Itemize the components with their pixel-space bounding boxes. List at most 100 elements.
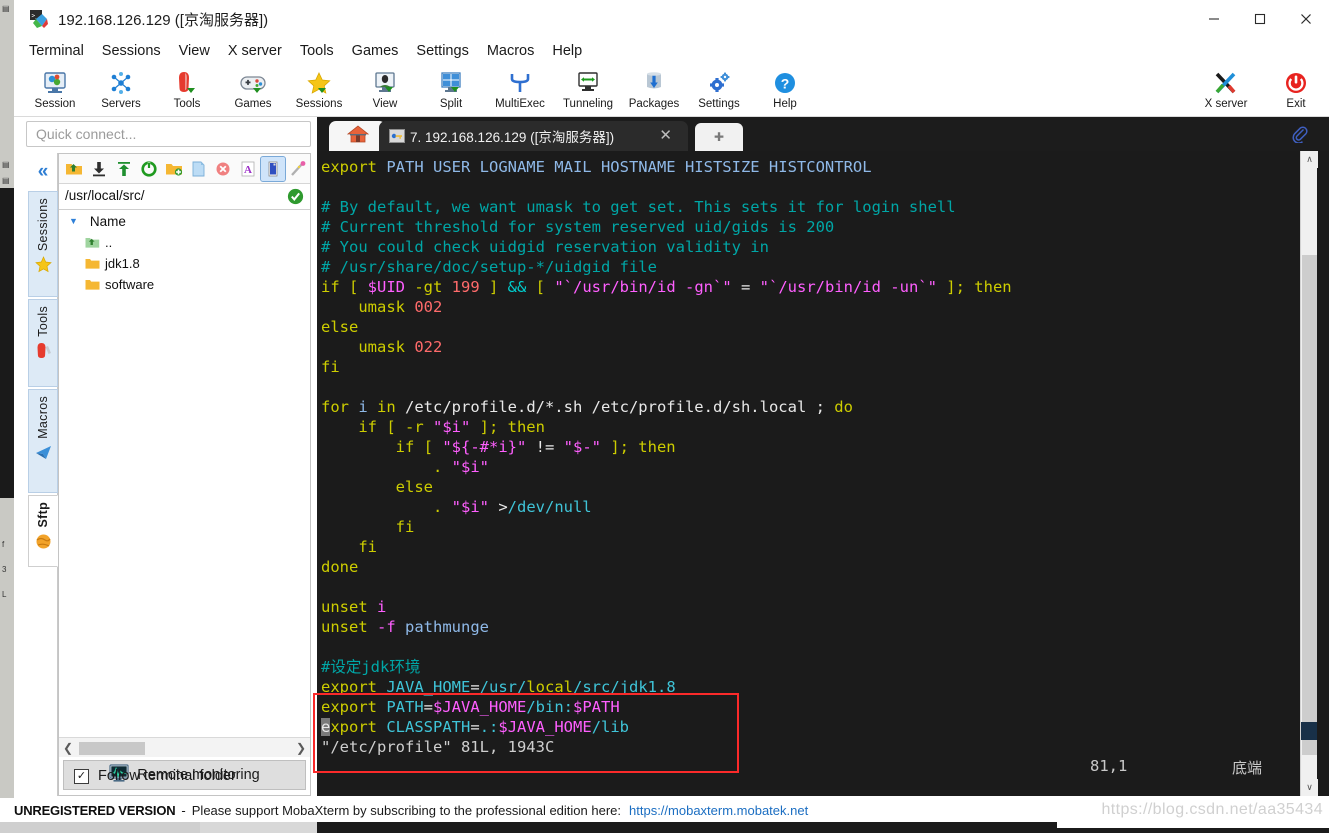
toolbar-tunneling-button[interactable]: Tunneling xyxy=(552,66,624,115)
maximize-button[interactable] xyxy=(1237,0,1283,38)
banner-text: Please support MobaXterm by subscribing … xyxy=(191,802,622,818)
terminal-line: if [ $UID -gt 199 ] && [ "`/usr/bin/id -… xyxy=(321,278,1012,296)
toolbar-servers-button[interactable]: Servers xyxy=(88,66,154,115)
menu-help[interactable]: Help xyxy=(543,41,591,61)
list-item[interactable]: jdk1.8 xyxy=(59,253,310,274)
toolbar-tunneling-label: Tunneling xyxy=(562,98,614,110)
tab-close-icon[interactable]: ✕ xyxy=(659,128,672,143)
menu-settings[interactable]: Settings xyxy=(407,41,477,61)
refresh-icon[interactable] xyxy=(137,157,161,181)
toolbar-xserver-label: X server xyxy=(1204,98,1248,110)
toolbar-split-button[interactable]: Split xyxy=(418,66,484,115)
sftp-toolbar: A xyxy=(59,154,310,184)
folder-icon xyxy=(85,257,103,270)
terminal-line: . "$i" xyxy=(321,458,489,476)
new-folder-icon[interactable] xyxy=(162,157,186,181)
window-title: 192.168.126.129 ([京淘服务器]) xyxy=(58,12,269,29)
column-header-name: Name xyxy=(89,213,126,229)
sidebar-item-tools[interactable]: Tools xyxy=(28,299,58,387)
sidebar-item-sftp[interactable]: Sftp xyxy=(28,495,58,567)
terminal-line: #设定jdk环境 xyxy=(321,658,421,676)
toolbar-exit-label: Exit xyxy=(1286,98,1306,110)
new-file-icon[interactable] xyxy=(187,157,211,181)
terminal-line: export PATH USER LOGNAME MAIL HOSTNAME H… xyxy=(321,158,872,176)
check-circle-icon[interactable] xyxy=(287,188,304,210)
menu-terminal[interactable]: Terminal xyxy=(20,41,93,61)
list-item-label: software xyxy=(105,277,155,292)
toolbar-xserver-button[interactable]: X server xyxy=(1186,66,1266,115)
menu-macros[interactable]: Macros xyxy=(478,41,544,61)
terminal-text: export PATH USER LOGNAME MAIL HOSTNAME H… xyxy=(317,151,1292,796)
terminal-view[interactable]: export PATH USER LOGNAME MAIL HOSTNAME H… xyxy=(317,151,1329,796)
go-up-folder-icon[interactable] xyxy=(62,157,86,181)
toolbar-settings-button[interactable]: Settings xyxy=(686,66,752,115)
watermark-text: https://blog.csdn.net/aa35434 xyxy=(1101,801,1323,818)
file-list-header[interactable]: ▼ Name xyxy=(59,210,310,232)
scrollbar-thumb[interactable] xyxy=(1302,255,1317,755)
scrollbar-thumb[interactable] xyxy=(79,741,145,755)
toolbar-tools-button[interactable]: Tools xyxy=(154,66,220,115)
path-input[interactable]: /usr/local/src/ xyxy=(59,184,310,210)
toolbar-packages-label: Packages xyxy=(628,98,680,110)
new-tab-button[interactable]: ✚ xyxy=(695,123,743,151)
follow-terminal-folder-checkbox[interactable]: ✓ xyxy=(74,768,89,784)
menu-tools[interactable]: Tools xyxy=(291,41,343,61)
paper-plane-icon xyxy=(35,444,52,463)
tab-home[interactable] xyxy=(329,121,386,151)
scrollbar-down-arrow-icon[interactable]: ∨ xyxy=(1301,779,1318,796)
svg-text:A: A xyxy=(244,164,252,176)
file-list-horizontal-scrollbar[interactable]: ❮ ❯ xyxy=(59,737,310,757)
close-button[interactable] xyxy=(1283,0,1329,38)
sidebar-item-macros[interactable]: Macros xyxy=(28,389,58,493)
list-item[interactable]: software xyxy=(59,274,310,295)
text-edit-icon[interactable]: A xyxy=(236,157,260,181)
chevron-double-left-icon[interactable]: « xyxy=(28,155,58,189)
globe-icon xyxy=(35,533,52,552)
menu-x-server[interactable]: X server xyxy=(219,41,291,61)
chevron-right-icon[interactable]: ❯ xyxy=(292,741,310,755)
banner-link[interactable]: https://mobaxterm.mobatek.net xyxy=(629,803,808,818)
minimize-button[interactable] xyxy=(1191,0,1237,38)
follow-terminal-folder-row[interactable]: ✓ Follow terminal folder xyxy=(74,765,274,787)
scrollbar-up-arrow-icon[interactable]: ∧ xyxy=(1301,151,1318,168)
toolbar-packages-button[interactable]: Packages xyxy=(620,66,688,115)
menu-view[interactable]: View xyxy=(170,41,219,61)
scrollbar-track[interactable] xyxy=(77,739,292,757)
toolbar-help-button[interactable]: ? Help xyxy=(752,66,818,115)
tunneling-icon xyxy=(575,69,601,97)
list-item[interactable]: .. xyxy=(59,232,310,253)
quick-connect-input[interactable]: Quick connect... xyxy=(26,121,311,147)
list-item-label: jdk1.8 xyxy=(105,256,140,271)
tools-icon xyxy=(174,69,200,97)
delete-icon[interactable] xyxy=(211,157,235,181)
terminal-scrollbar[interactable]: ∧ ∨ xyxy=(1300,151,1318,796)
toolbar-exit-button[interactable]: Exit xyxy=(1268,66,1324,115)
tab-session-active[interactable]: 7. 192.168.126.129 ([京淘服务器]) ✕ xyxy=(379,121,688,151)
terminal-line: # Current threshold for system reserved … xyxy=(321,218,835,236)
upload-icon[interactable] xyxy=(112,157,136,181)
chevron-left-icon[interactable]: ❮ xyxy=(59,741,77,755)
paperclip-icon[interactable] xyxy=(1289,123,1311,145)
tab-session-label: 7. 192.168.126.129 ([京淘服务器]) xyxy=(410,130,615,145)
split-icon xyxy=(438,69,464,97)
sidebar-item-sessions[interactable]: Sessions xyxy=(28,191,58,297)
view-file-icon[interactable] xyxy=(260,155,287,182)
menu-sessions[interactable]: Sessions xyxy=(93,41,170,61)
terminal-line: export PATH=$JAVA_HOME/bin:$PATH xyxy=(321,698,620,716)
toolbar-session-button[interactable]: Session xyxy=(22,66,88,115)
menu-games[interactable]: Games xyxy=(343,41,408,61)
download-icon[interactable] xyxy=(87,157,111,181)
svg-text:?: ? xyxy=(781,76,790,92)
toolbar-games-button[interactable]: Games xyxy=(220,66,286,115)
toolbar-view-button[interactable]: View xyxy=(352,66,418,115)
terminal-line: done xyxy=(321,558,359,576)
x-server-icon xyxy=(1212,69,1240,97)
settings-gear-icon xyxy=(706,69,732,97)
permissions-magic-icon[interactable] xyxy=(286,157,310,181)
folder-icon xyxy=(85,278,103,291)
toolbar-multiexec-button[interactable]: MultiExec xyxy=(484,66,556,115)
toolbar-sessions-button[interactable]: Sessions xyxy=(286,66,352,115)
